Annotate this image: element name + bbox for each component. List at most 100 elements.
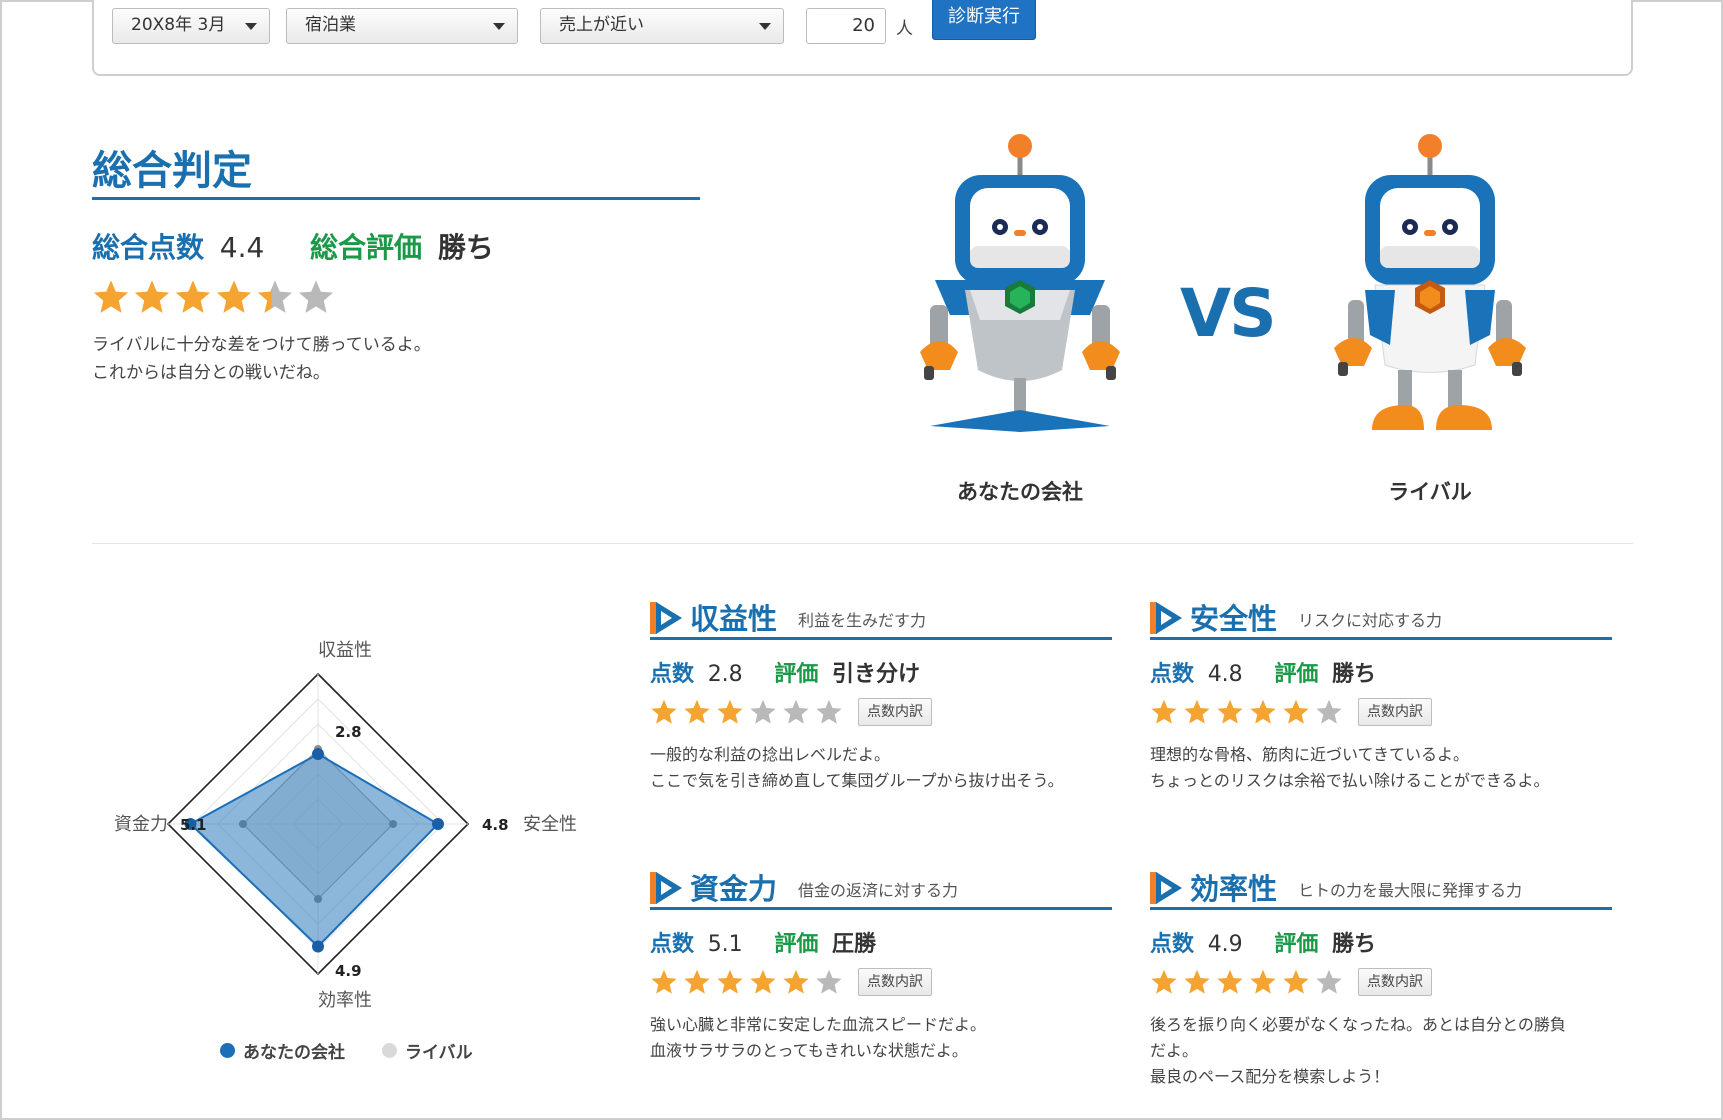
- score-breakdown-button[interactable]: 点数内訳: [858, 698, 932, 726]
- play-arrow-icon: [650, 872, 682, 904]
- star-icon: [1250, 969, 1276, 994]
- star-icon: [684, 699, 710, 724]
- card-comment-line: 最良のペース配分を模索しよう！: [1150, 1067, 1390, 1086]
- card-score-value: 4.9: [1207, 932, 1243, 957]
- section-divider: [92, 543, 1633, 544]
- star-icon: [783, 699, 809, 724]
- star-icon: [1217, 969, 1243, 994]
- card-eval-label: 評価: [1274, 662, 1319, 687]
- legend-swatch-rival: [382, 1043, 397, 1058]
- radar-point-you: [312, 748, 324, 760]
- card-score-line: 点数 4.9 評価 勝ち: [1150, 926, 1612, 958]
- star-icon: [1184, 699, 1210, 724]
- radar-axis-label-bottom: 効率性: [318, 990, 372, 1011]
- radar-axis-label-top: 収益性: [318, 640, 372, 661]
- overall-comment-line: これからは自分との戦いだね。: [92, 363, 330, 383]
- card-eval-value: 勝ち: [1332, 932, 1377, 957]
- card-score-value: 4.8: [1207, 662, 1243, 687]
- card-score-label: 点数: [1150, 932, 1195, 957]
- star-icon: [216, 280, 252, 313]
- industry-select[interactable]: 宿泊業: [286, 8, 518, 44]
- card-eval-label: 評価: [1274, 932, 1319, 957]
- radar-value-right: 4.8: [482, 816, 509, 834]
- card-header: 安全性 リスクに対応する力: [1150, 596, 1612, 640]
- star-icon: [298, 280, 334, 313]
- radar-value-bottom: 4.9: [335, 962, 362, 980]
- card-score-line: 点数 4.8 評価 勝ち: [1150, 656, 1612, 688]
- radar-value-left: 5.1: [180, 816, 207, 834]
- overall-comment-line: ライバルに十分な差をつけて勝っているよ。: [92, 335, 431, 355]
- chevron-down-icon: [759, 23, 771, 30]
- star-icon: [717, 969, 743, 994]
- card-score-label: 点数: [650, 662, 695, 687]
- star-icon: [750, 969, 776, 994]
- card-subtitle: ヒトの力を最大限に発揮する力: [1298, 881, 1523, 900]
- radar-legend-you[interactable]: あなたの会社: [220, 1038, 345, 1063]
- card-header: 収益性 利益を生みだす力: [650, 596, 1112, 640]
- employees-unit: 人: [896, 19, 913, 39]
- radar-point-you: [312, 940, 324, 953]
- card-score-value: 2.8: [707, 662, 743, 687]
- card-header: 資金力 借金の返済に対する力: [650, 866, 1112, 910]
- card-eval-value: 勝ち: [1332, 662, 1377, 687]
- period-select[interactable]: 20X8年 3月: [112, 8, 270, 44]
- score-breakdown-button[interactable]: 点数内訳: [1358, 698, 1432, 726]
- card-star-rating: 点数内訳: [650, 968, 1112, 996]
- score-breakdown-button[interactable]: 点数内訳: [858, 968, 932, 996]
- star-icon: [1217, 699, 1243, 724]
- card-comment-line: 一般的な利益の捻出レベルだよ。: [650, 745, 891, 764]
- star-icon: [1151, 969, 1177, 994]
- overall-title: 総合判定: [92, 148, 252, 194]
- overall-comment: ライバルに十分な差をつけて勝っているよ。 これからは自分との戦いだね。: [92, 331, 431, 387]
- star-icon: [257, 280, 293, 313]
- industry-select-value: 宿泊業: [305, 15, 356, 35]
- criteria-select[interactable]: 売上が近い: [540, 8, 784, 44]
- star-icon: [750, 699, 776, 724]
- play-arrow-icon: [1150, 872, 1182, 904]
- star-icon: [1151, 699, 1177, 724]
- score-breakdown-button[interactable]: 点数内訳: [1358, 968, 1432, 996]
- card-subtitle: リスクに対応する力: [1298, 611, 1443, 630]
- play-arrow-icon: [1150, 602, 1182, 634]
- card-comment-line: ちょっとのリスクは余裕で払い除けることができるよ。: [1150, 771, 1550, 790]
- star-icon: [1184, 969, 1210, 994]
- card-score-line: 点数 2.8 評価 引き分け: [650, 656, 1112, 688]
- radar-legend-rival[interactable]: ライバル: [382, 1038, 473, 1063]
- overall-score-line: 総合点数 4.4 総合評価 勝ち: [92, 226, 494, 266]
- card-efficiency: 効率性 ヒトの力を最大限に発揮する力 点数 4.9 評価 勝ち 点数内訳 後ろを…: [1150, 866, 1612, 1090]
- card-comment-line: 理想的な骨格、筋肉に近づいてきているよ。: [1150, 745, 1470, 764]
- card-profitability: 収益性 利益を生みだす力 点数 2.8 評価 引き分け 点数内訳 一般的な利益の…: [650, 596, 1112, 794]
- star-icon: [651, 699, 677, 724]
- overall-star-rating: [92, 278, 338, 320]
- star-icon: [684, 969, 710, 994]
- star-icon: [717, 699, 743, 724]
- star-icon: [1316, 699, 1342, 724]
- diagnosis-form: 20X8年 3月 宿泊業 売上が近い 20 人 診断実行: [92, 0, 1633, 76]
- star-icon: [1250, 699, 1276, 724]
- card-comment: 後ろを振り向く必要がなくなったね。あとは自分との勝負 だよ。 最良のペース配分を…: [1150, 1012, 1612, 1090]
- employees-input[interactable]: 20: [806, 8, 886, 44]
- chevron-down-icon: [493, 23, 505, 30]
- card-score-label: 点数: [650, 932, 695, 957]
- star-icon: [134, 280, 170, 313]
- card-title: 安全性: [1190, 602, 1278, 636]
- card-comment: 強い心臓と非常に安定した血流スピードだよ。 血液サラサラのとってもきれいな状態だ…: [650, 1012, 1112, 1064]
- star-icon: [1316, 969, 1342, 994]
- star-icon: [175, 280, 211, 313]
- radar-value-top: 2.8: [335, 723, 362, 741]
- card-eval-label: 評価: [774, 662, 819, 687]
- card-comment: 理想的な骨格、筋肉に近づいてきているよ。 ちょっとのリスクは余裕で払い除けること…: [1150, 742, 1612, 794]
- card-funding: 資金力 借金の返済に対する力 点数 5.1 評価 圧勝 点数内訳 強い心臓と非常…: [650, 866, 1112, 1064]
- card-subtitle: 利益を生みだす力: [798, 611, 927, 630]
- card-eval-label: 評価: [774, 932, 819, 957]
- card-comment-line: 血液サラサラのとってもきれいな状態だよ。: [650, 1041, 968, 1060]
- star-icon: [816, 969, 842, 994]
- star-icon: [651, 969, 677, 994]
- run-diagnosis-button[interactable]: 診断実行: [932, 0, 1036, 40]
- card-header: 効率性 ヒトの力を最大限に発揮する力: [1150, 866, 1612, 910]
- card-eval-value: 引き分け: [832, 662, 921, 687]
- your-company-robot-illustration: [920, 134, 1120, 432]
- card-score-label: 点数: [1150, 662, 1195, 687]
- radar-axis-label-right: 安全性: [523, 814, 577, 835]
- overall-title-underline: [92, 197, 700, 200]
